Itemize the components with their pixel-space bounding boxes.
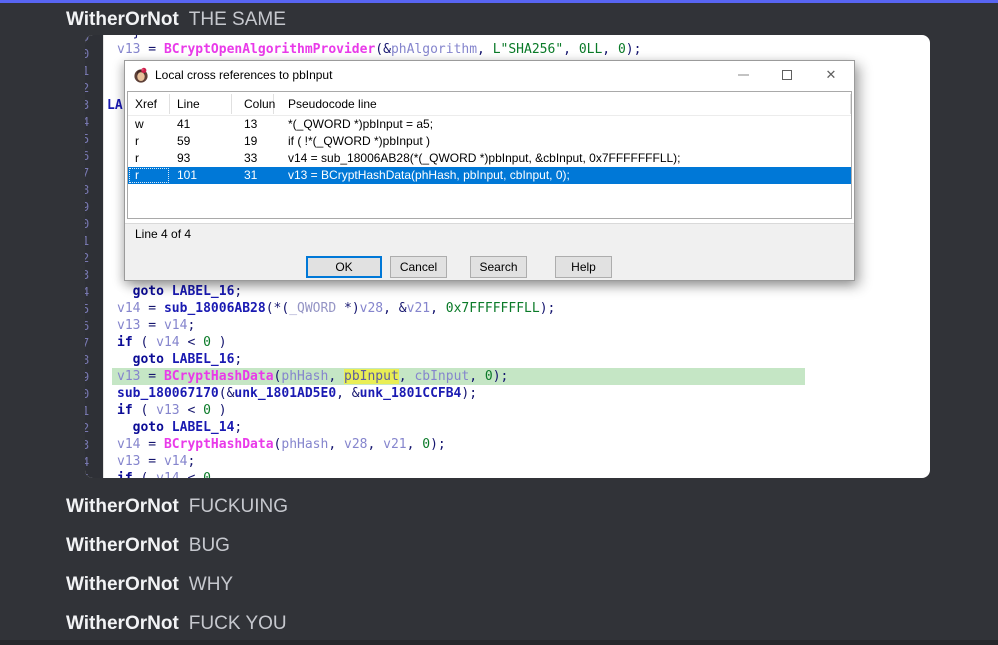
xref-row[interactable]: w4113*(_QWORD *)pbInput = a5; [128,116,851,133]
chat-message: WitherOrNot BUG [66,533,230,558]
message-author[interactable]: WitherOrNot [66,496,179,517]
message-author[interactable]: WitherOrNot [66,613,179,634]
new-messages-accent-bar [0,0,998,3]
xref-row[interactable]: r5919if ( !*(_QWORD *)pbInput ) [128,133,851,150]
xref-table: Xref Line Colun Pseudocode line w4113*(_… [127,91,852,219]
chat-message: WitherOrNot FUCK YOU [66,611,287,636]
chat-message: WitherOrNot FUCKUING [66,494,288,519]
xref-dialog-window: Local cross references to pbInput ✕ Xref… [124,60,855,281]
message-text: WHY [189,574,233,595]
attached-image-ida-screenshot[interactable]: 9 0 1 2 3 4 5 6 7 8 9 0 1 2 3 4 5 6 7 8 … [85,35,930,478]
clipped-label-text: LA [107,98,123,113]
message-text: THE SAME [189,9,286,30]
xref-row[interactable]: r9333v14 = sub_18006AB28(*(_QWORD *)pbIn… [128,150,851,167]
message-author[interactable]: WitherOrNot [66,574,179,595]
help-button[interactable]: Help [555,256,612,278]
dialog-titlebar[interactable]: Local cross references to pbInput ✕ [125,61,854,88]
discord-chat-view: WitherOrNot THE SAME 9 0 1 2 3 4 5 6 7 8 … [0,0,998,645]
column-header-xref[interactable]: Xref [128,94,170,114]
column-header-pseudocode[interactable]: Pseudocode line [274,94,851,114]
chat-message: WitherOrNot THE SAME [66,7,286,32]
ida-app-icon [133,67,149,83]
minimize-icon[interactable] [736,68,750,82]
cancel-button[interactable]: Cancel [390,256,447,278]
message-text: BUG [189,535,230,556]
bottom-edge-strip [0,640,998,645]
message-text: FUCK YOU [189,613,287,634]
line-numbers: 9 0 1 2 3 4 5 6 7 8 9 0 1 2 3 4 5 6 7 8 … [85,35,89,478]
xref-row-selected[interactable]: r10131v13 = BCryptHashData(phHash, pbInp… [128,167,851,184]
message-text: FUCKUING [189,496,288,517]
chat-message: WitherOrNot WHY [66,572,233,597]
xref-table-body: w4113*(_QWORD *)pbInput = a5;r5919if ( !… [128,116,851,184]
line-number-gutter: 9 0 1 2 3 4 5 6 7 8 9 0 1 2 3 4 5 6 7 8 … [85,35,104,478]
xref-table-header[interactable]: Xref Line Colun Pseudocode line [128,92,851,116]
maximize-icon[interactable] [780,68,794,82]
close-icon[interactable]: ✕ [824,68,838,82]
pseudocode-below-dialog: goto LABEL_16;v14 = sub_18006AB28(*(_QWO… [112,283,805,478]
column-header-line[interactable]: Line [170,94,232,114]
message-author[interactable]: WitherOrNot [66,535,179,556]
ok-button[interactable]: OK [306,256,382,278]
dialog-title: Local cross references to pbInput [155,68,332,82]
search-button[interactable]: Search [470,256,527,278]
status-line-count: Line 4 of 4 [135,227,191,241]
message-author[interactable]: WitherOrNot [66,9,179,30]
column-header-column[interactable]: Colun [232,94,274,114]
pseudocode-above-dialog: }v13 = BCryptOpenAlgorithmProvider(&phAl… [112,35,805,58]
current-line-highlight: v13 = BCryptHashData(phHash, pbInput, cb… [112,368,805,385]
